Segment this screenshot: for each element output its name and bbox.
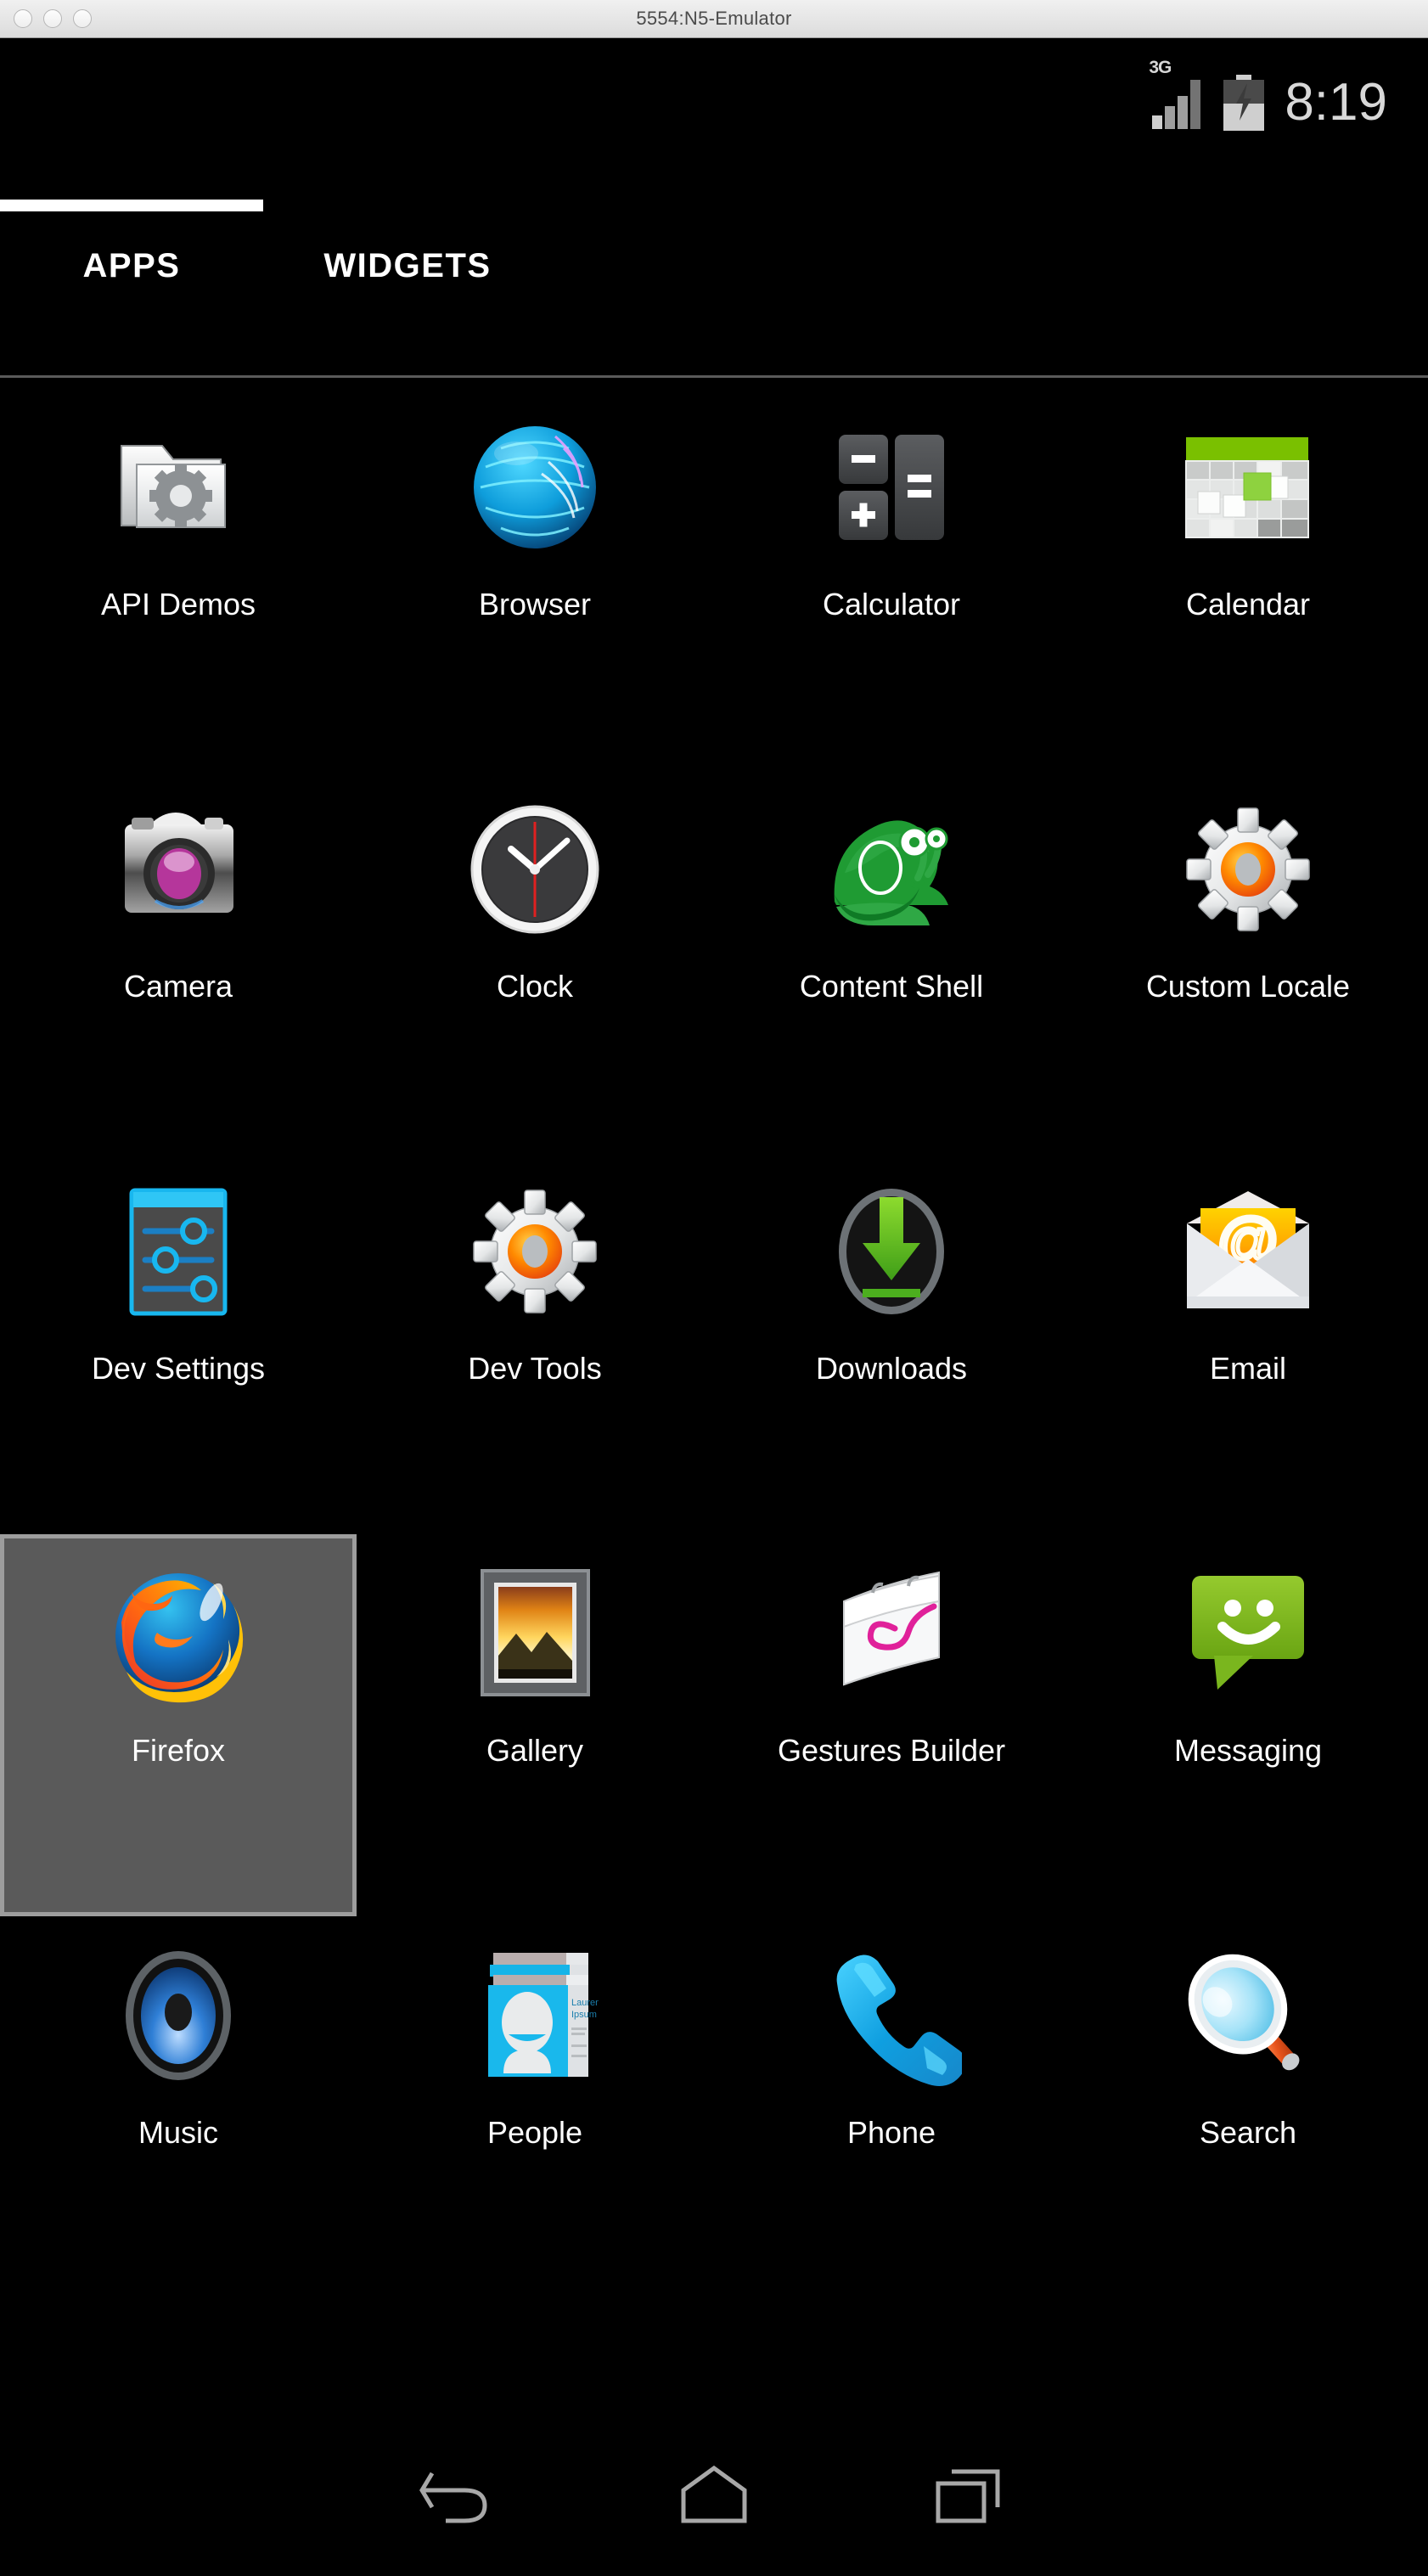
app-label: Gallery [486, 1733, 584, 1768]
app-cell-downloads[interactable]: Downloads [713, 1152, 1070, 1534]
tab-selected-indicator [0, 200, 263, 211]
app-label: Music [138, 2115, 218, 2150]
app-cell-search[interactable]: Search [1070, 1916, 1426, 2298]
tab-widgets-label: WIDGETS [323, 247, 492, 284]
contact-card-icon: Lauren Ipsum [454, 1935, 616, 2096]
app-cell-browser[interactable]: Browser [357, 388, 713, 770]
app-cell-messaging[interactable]: Messaging [1070, 1534, 1426, 1916]
app-grid-row: API Demos Browser Calculator Calendar [0, 388, 1428, 770]
gesture-pad-icon [811, 1553, 972, 1714]
app-cell-clock[interactable]: Clock [357, 770, 713, 1152]
app-cell-gestures-builder[interactable]: Gestures Builder [713, 1534, 1070, 1916]
app-label: Dev Tools [468, 1351, 602, 1386]
app-cell-calculator[interactable]: Calculator [713, 388, 1070, 770]
app-cell-dev-tools[interactable]: Dev Tools [357, 1152, 713, 1534]
app-cell-music[interactable]: Music [0, 1916, 357, 2298]
app-grid: API Demos Browser Calculator Calendar Ca… [0, 388, 1428, 2298]
system-navigation-bar [0, 2415, 1428, 2576]
app-label: Messaging [1173, 1733, 1323, 1768]
nav-home-button[interactable] [587, 2415, 841, 2576]
app-cell-people[interactable]: Lauren Ipsum People [357, 1916, 713, 2298]
status-clock: 8:19 [1285, 73, 1387, 132]
app-grid-row: Firefox Gallery Gestures Builder Messagi… [0, 1534, 1428, 1916]
handset-icon [811, 1935, 972, 2096]
magnifier-icon [1167, 1935, 1329, 2096]
camera-icon [98, 789, 259, 950]
zoom-button[interactable] [73, 9, 92, 28]
download-arrow-icon [811, 1171, 972, 1332]
app-label: Search [1199, 2115, 1297, 2150]
app-grid-row: Music Lauren Ipsum People Phone Search [0, 1916, 1428, 2298]
battery-charging-icon [1223, 75, 1265, 131]
app-cell-api-demos[interactable]: API Demos [0, 388, 357, 770]
app-label: Calendar [1185, 587, 1311, 622]
sliders-panel-icon [98, 1171, 259, 1332]
app-cell-firefox[interactable]: Firefox [0, 1534, 357, 1916]
app-cell-dev-settings[interactable]: Dev Settings [0, 1152, 357, 1534]
window-titlebar: 5554:N5-Emulator [0, 0, 1428, 38]
back-arrow-icon [417, 2461, 502, 2529]
app-label: Camera [123, 969, 233, 1004]
speaker-icon [98, 1935, 259, 2096]
nav-recents-button[interactable] [841, 2415, 1096, 2576]
tab-divider [0, 375, 1428, 378]
status-bar: 3G 8:19 [0, 38, 1428, 166]
app-label: API Demos [100, 587, 256, 622]
green-snail-icon [811, 789, 972, 950]
app-label: Calculator [822, 587, 961, 622]
app-cell-calendar[interactable]: Calendar [1070, 388, 1426, 770]
app-label: Browser [478, 587, 592, 622]
globe-icon [454, 407, 616, 568]
tab-apps[interactable]: APPS [0, 200, 263, 369]
folder-gear-icon [98, 407, 259, 568]
app-label: Gestures Builder [777, 1733, 1006, 1768]
app-cell-content-shell[interactable]: Content Shell [713, 770, 1070, 1152]
app-cell-custom-locale[interactable]: Custom Locale [1070, 770, 1426, 1152]
signal-bars-icon: 3G [1149, 58, 1208, 129]
app-grid-row: Camera Clock Content Shell Custom Locale [0, 770, 1428, 1152]
tab-bar: APPS WIDGETS [0, 200, 1428, 378]
network-type-label: 3G [1149, 58, 1172, 77]
window-traffic-lights[interactable] [14, 0, 92, 37]
tab-apps-label: APPS [82, 247, 181, 284]
app-cell-email[interactable]: @ Email [1070, 1152, 1426, 1534]
app-grid-row: Dev Settings Dev Tools Downloads @ Email [0, 1152, 1428, 1534]
app-label: Email [1209, 1351, 1287, 1386]
app-cell-camera[interactable]: Camera [0, 770, 357, 1152]
calculator-keys-icon [811, 407, 972, 568]
calendar-grid-icon [1167, 407, 1329, 568]
framed-photo-icon [454, 1553, 616, 1714]
gear-orange-icon [454, 1171, 616, 1332]
nav-back-button[interactable] [332, 2415, 587, 2576]
gear-orange-icon [1167, 789, 1329, 950]
app-label: People [486, 2115, 583, 2150]
window-title: 5554:N5-Emulator [636, 8, 792, 29]
app-label: Downloads [815, 1351, 968, 1386]
tab-widgets[interactable]: WIDGETS [263, 200, 552, 369]
app-cell-gallery[interactable]: Gallery [357, 1534, 713, 1916]
close-button[interactable] [14, 9, 32, 28]
envelope-at-icon: @ [1167, 1171, 1329, 1332]
app-label: Clock [496, 969, 574, 1004]
home-icon [672, 2461, 756, 2529]
contact-name-line2: Ipsum [571, 2010, 597, 2020]
app-label: Firefox [131, 1733, 226, 1768]
android-screen: 3G 8:19 APPS WIDGETS API Demos Browser C… [0, 38, 1428, 2576]
analog-clock-icon [454, 789, 616, 950]
app-label: Custom Locale [1145, 969, 1351, 1004]
minimize-button[interactable] [43, 9, 62, 28]
app-label: Dev Settings [91, 1351, 266, 1386]
app-label: Phone [846, 2115, 936, 2150]
recents-icon [926, 2461, 1011, 2529]
firefox-icon [98, 1553, 259, 1714]
speech-smiley-icon [1167, 1553, 1329, 1714]
contact-name-line1: Lauren [571, 1998, 599, 2008]
app-cell-phone[interactable]: Phone [713, 1916, 1070, 2298]
app-label: Content Shell [799, 969, 984, 1004]
